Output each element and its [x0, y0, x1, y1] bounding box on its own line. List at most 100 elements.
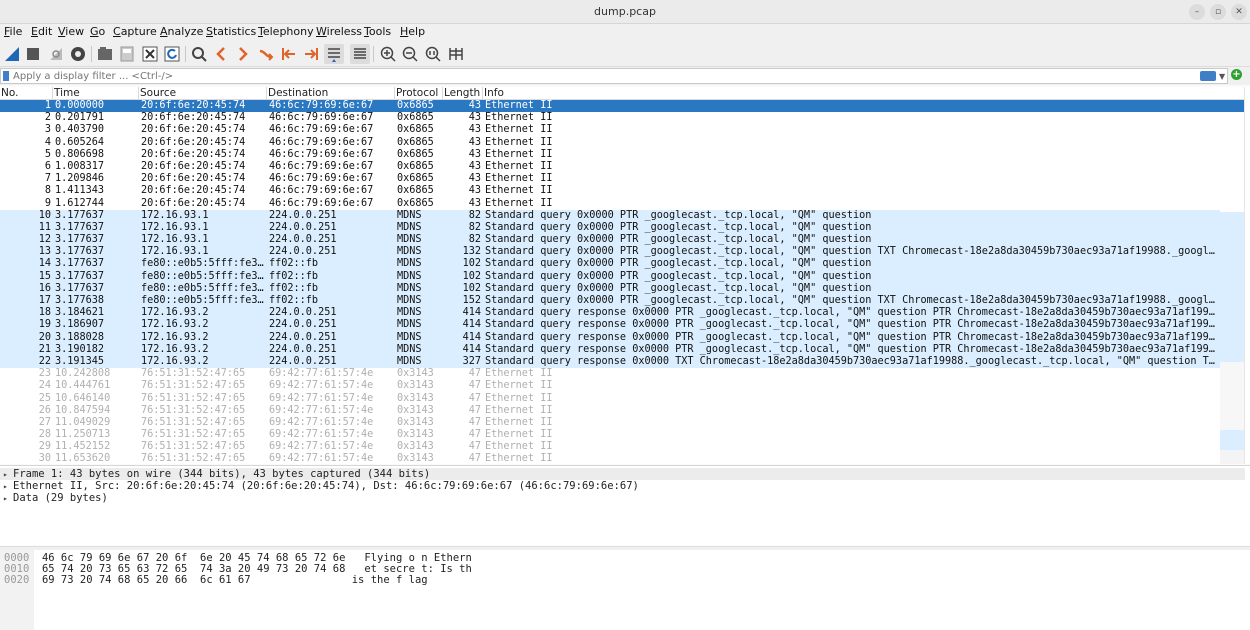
maximize-button[interactable]: ▫ [1210, 4, 1226, 20]
column-source[interactable]: Source [139, 87, 267, 100]
packet-row[interactable]: 10 3.177637 172.16.93.1 224.0.0.251 MDNS 82 St… [0, 209, 1220, 222]
packet-row[interactable]: 13 3.177637 172.16.93.1 224.0.0.251 MDNS 132 S… [0, 246, 1220, 259]
packet-row[interactable]: 5 0.806698 20:6f:6e:20:45:74 46:6c:79:69:6e… [0, 148, 1220, 161]
menu-telephony[interactable]: Telephony [258, 25, 314, 38]
packet-row[interactable]: 18 3.184621 172.16.93.2 224.0.0.251 MDNS 414 S… [0, 307, 1220, 320]
column-info[interactable]: Info [483, 87, 1243, 100]
packet-len-cell: 414 [462, 319, 481, 331]
reload-file-icon[interactable] [162, 44, 182, 64]
packet-row[interactable]: 9 1.612744 20:6f:6e:20:45:74 46:6c:79:69:6e… [0, 197, 1220, 210]
menu-edit[interactable]: Edit [31, 25, 52, 38]
previous-packet-icon[interactable] [211, 44, 231, 64]
packet-info-cell: Ethernet II [485, 160, 553, 172]
stop-capture-icon[interactable] [23, 44, 43, 64]
column-length[interactable]: Length [443, 87, 483, 100]
packet-row[interactable]: 30 11.653620 76:51:31:52:47:65 69:42:77:61:… [0, 453, 1220, 464]
save-file-icon[interactable] [117, 44, 137, 64]
next-packet-icon[interactable] [233, 44, 253, 64]
add-filter-button[interactable]: + [1231, 69, 1242, 80]
packet-no-cell: 15 [38, 270, 51, 282]
menu-view[interactable]: View [58, 25, 84, 38]
packet-row[interactable]: 15 3.177637 fe80::e0b5:5fff:fe3… ff02::fb MD… [0, 270, 1220, 283]
packet-dst-cell: 46:6c:79:69:6e:67 [269, 100, 374, 111]
packet-row[interactable]: 21 3.190182 172.16.93.2 224.0.0.251 MDNS 414 S… [0, 343, 1220, 356]
packet-row[interactable]: 14 3.177637 fe80::e0b5:5fff:fe3… ff02::fb MD… [0, 258, 1220, 271]
expand-arrow-icon[interactable]: ▸ [3, 470, 13, 479]
menu-statistics[interactable]: Statistics [206, 25, 256, 38]
detail-data[interactable]: ▸ Data (29 bytes) [3, 492, 108, 504]
auto-scroll-icon[interactable] [324, 44, 344, 64]
packet-row[interactable]: 27 11.049029 76:51:31:52:47:65 69:42:77:61:… [0, 416, 1220, 430]
zoom-normal-icon[interactable] [423, 44, 443, 64]
packet-row[interactable]: 12 3.177637 172.16.93.1 224.0.0.251 MDNS 82 St… [0, 234, 1220, 247]
packet-time-cell: 0.000000 [55, 100, 105, 111]
apply-filter-icon[interactable] [1200, 71, 1216, 81]
packet-row[interactable]: 11 3.177637 172.16.93.1 224.0.0.251 MDNS 82 St… [0, 221, 1220, 235]
menu-wireless[interactable]: Wireless [316, 25, 362, 38]
packet-row[interactable]: 26 10.847594 76:51:31:52:47:65 69:42:77:61:… [0, 404, 1220, 417]
find-packet-icon[interactable] [189, 44, 209, 64]
packet-minimap[interactable] [1220, 100, 1244, 450]
packet-time-cell: 11.452152 [55, 441, 111, 453]
packet-row[interactable]: 24 10.444761 76:51:31:52:47:65 69:42:77:61:… [0, 380, 1220, 393]
packet-row[interactable]: 7 1.209846 20:6f:6e:20:45:74 46:6c:79:69:6e… [0, 173, 1220, 186]
packet-row[interactable]: 28 11.250713 76:51:31:52:47:65 69:42:77:61:… [0, 429, 1220, 442]
display-filter-input[interactable] [13, 69, 1193, 83]
zoom-out-icon[interactable] [400, 44, 420, 64]
packet-dst-cell: ff02::fb [269, 258, 319, 270]
packet-dst-cell: 69:42:77:61:57:4e [269, 453, 374, 464]
colorize-icon[interactable] [350, 44, 370, 64]
bytes-line[interactable]: 0020 69 73 20 74 68 65 20 66 6c 61 67 is… [4, 574, 428, 586]
expand-arrow-icon[interactable]: ▸ [3, 494, 13, 503]
packet-row[interactable]: 22 3.191345 172.16.93.2 224.0.0.251 MDNS 327 S… [0, 355, 1220, 369]
packet-row[interactable]: 1 0.000000 20:6f:6e:20:45:74 46:6c:79:69:6e… [0, 100, 1220, 113]
packet-row[interactable]: 4 0.605264 20:6f:6e:20:45:74 46:6c:79:69:6e… [0, 136, 1220, 149]
go-to-packet-icon[interactable] [256, 44, 276, 64]
packet-row[interactable]: 23 10.242808 76:51:31:52:47:65 69:42:77:61:… [0, 368, 1220, 381]
menu-tools[interactable]: Tools [364, 25, 391, 38]
menu-help[interactable]: Help [400, 25, 425, 38]
packet-row[interactable]: 3 0.403790 20:6f:6e:20:45:74 46:6c:79:69:6e… [0, 124, 1220, 137]
menu-go[interactable]: Go [90, 25, 105, 38]
zoom-in-icon[interactable] [378, 44, 398, 64]
menu-analyze[interactable]: Analyze [160, 25, 203, 38]
column-protocol[interactable]: Protocol [395, 87, 443, 100]
shark-fin-start-icon[interactable] [2, 44, 22, 64]
resize-columns-icon[interactable] [446, 44, 466, 64]
expand-arrow-icon[interactable]: ▸ [3, 482, 13, 491]
capture-options-icon[interactable] [68, 44, 88, 64]
packet-len-cell: 43 [468, 124, 481, 136]
menu-capture[interactable]: Capture [113, 25, 157, 38]
packet-row[interactable]: 19 3.186907 172.16.93.2 224.0.0.251 MDNS 414 S… [0, 319, 1220, 332]
menu-file[interactable]: File [4, 25, 22, 38]
packet-row[interactable]: 16 3.177637 fe80::e0b5:5fff:fe3… ff02::fb MD… [0, 282, 1220, 295]
open-file-icon[interactable] [95, 44, 115, 64]
packet-no-cell: 8 [44, 185, 51, 197]
packet-row[interactable]: 25 10.646140 76:51:31:52:47:65 69:42:77:61:… [0, 392, 1220, 405]
restart-capture-icon[interactable] [46, 44, 66, 64]
packet-dst-cell: 224.0.0.251 [269, 221, 337, 233]
close-button[interactable]: ✕ [1231, 4, 1247, 20]
packet-row[interactable]: 20 3.188028 172.16.93.2 224.0.0.251 MDNS 414 S… [0, 331, 1220, 344]
packet-time-cell: 10.444761 [55, 380, 111, 392]
column-time[interactable]: Time [53, 87, 139, 100]
packet-row[interactable]: 6 1.008317 20:6f:6e:20:45:74 46:6c:79:69:6e… [0, 160, 1220, 174]
last-packet-icon[interactable] [301, 44, 321, 64]
column-destination[interactable]: Destination [267, 87, 395, 100]
packet-row[interactable]: 17 3.177638 fe80::e0b5:5fff:fe3… ff02::fb MD… [0, 295, 1220, 308]
packet-no-cell: 21 [38, 343, 51, 355]
toolbar-separator [185, 46, 186, 62]
first-packet-icon[interactable] [279, 44, 299, 64]
packet-len-cell: 43 [468, 136, 481, 148]
detail-frame[interactable]: ▸ Frame 1: 43 bytes on wire (344 bits), 4… [0, 468, 1245, 480]
packet-row[interactable]: 29 11.452152 76:51:31:52:47:65 69:42:77:61:… [0, 441, 1220, 454]
bookmark-icon[interactable] [3, 71, 9, 81]
column-no[interactable]: No. [0, 87, 53, 100]
packet-row[interactable]: 2 0.201791 20:6f:6e:20:45:74 46:6c:79:69:6e… [0, 112, 1220, 125]
detail-ethernet[interactable]: ▸ Ethernet II, Src: 20:6f:6e:20:45:74 (20… [3, 480, 639, 492]
minimize-button[interactable]: – [1189, 4, 1205, 20]
close-file-icon[interactable] [140, 44, 160, 64]
vertical-scrollbar[interactable] [1244, 87, 1250, 464]
packet-row[interactable]: 8 1.411343 20:6f:6e:20:45:74 46:6c:79:69:6e… [0, 185, 1220, 198]
chevron-down-icon[interactable]: ▼ [1219, 72, 1225, 81]
